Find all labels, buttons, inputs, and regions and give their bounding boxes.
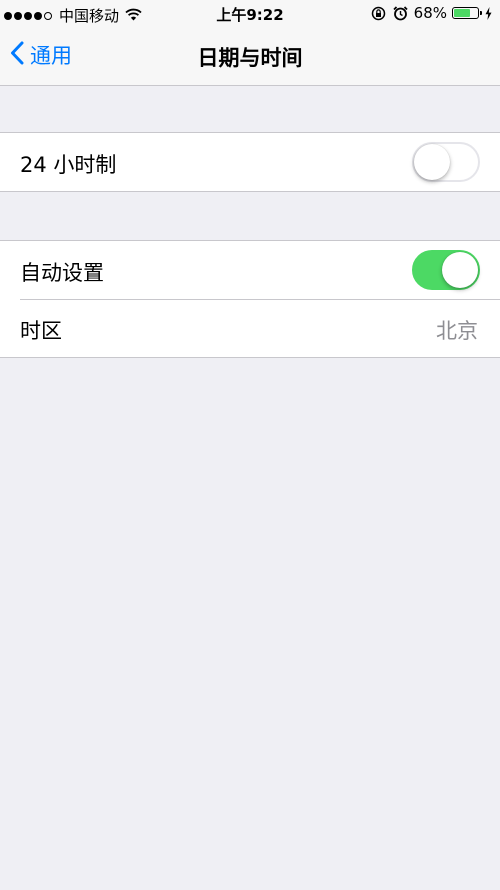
alarm-icon: [393, 5, 408, 21]
navigation-bar: 通用 日期与时间: [0, 28, 500, 86]
timezone-value: 北京: [436, 319, 478, 343]
settings-group-time-format: 24 小时制: [0, 132, 500, 192]
toggle-24-hour[interactable]: [412, 142, 480, 182]
cell-label-auto-set: 自动设置: [20, 261, 104, 285]
cell-timezone[interactable]: 时区 北京: [0, 299, 500, 357]
battery-percent: 68%: [413, 4, 447, 22]
status-right: 68%: [371, 4, 492, 22]
toggle-knob: [442, 252, 478, 288]
cell-auto-set: 自动设置: [0, 241, 500, 299]
cell-24-hour: 24 小时制: [0, 133, 500, 191]
toggle-knob: [414, 144, 450, 180]
settings-group-auto: 自动设置 时区 北京: [0, 240, 500, 358]
battery-icon: [452, 7, 482, 19]
status-bar: 中国移动 上午9:22 68%: [0, 0, 500, 28]
cell-label-24-hour: 24 小时制: [20, 153, 117, 177]
charging-bolt-icon: [485, 6, 492, 20]
cell-label-timezone: 时区: [20, 319, 62, 343]
page-title: 日期与时间: [197, 46, 303, 70]
battery-fill: [454, 9, 470, 17]
rotation-lock-icon: [371, 6, 386, 21]
toggle-auto-set[interactable]: [412, 250, 480, 290]
screen: 中国移动 上午9:22 68% 通用 日期与时间 24 小时制 自动设置 时区 …: [0, 0, 500, 890]
